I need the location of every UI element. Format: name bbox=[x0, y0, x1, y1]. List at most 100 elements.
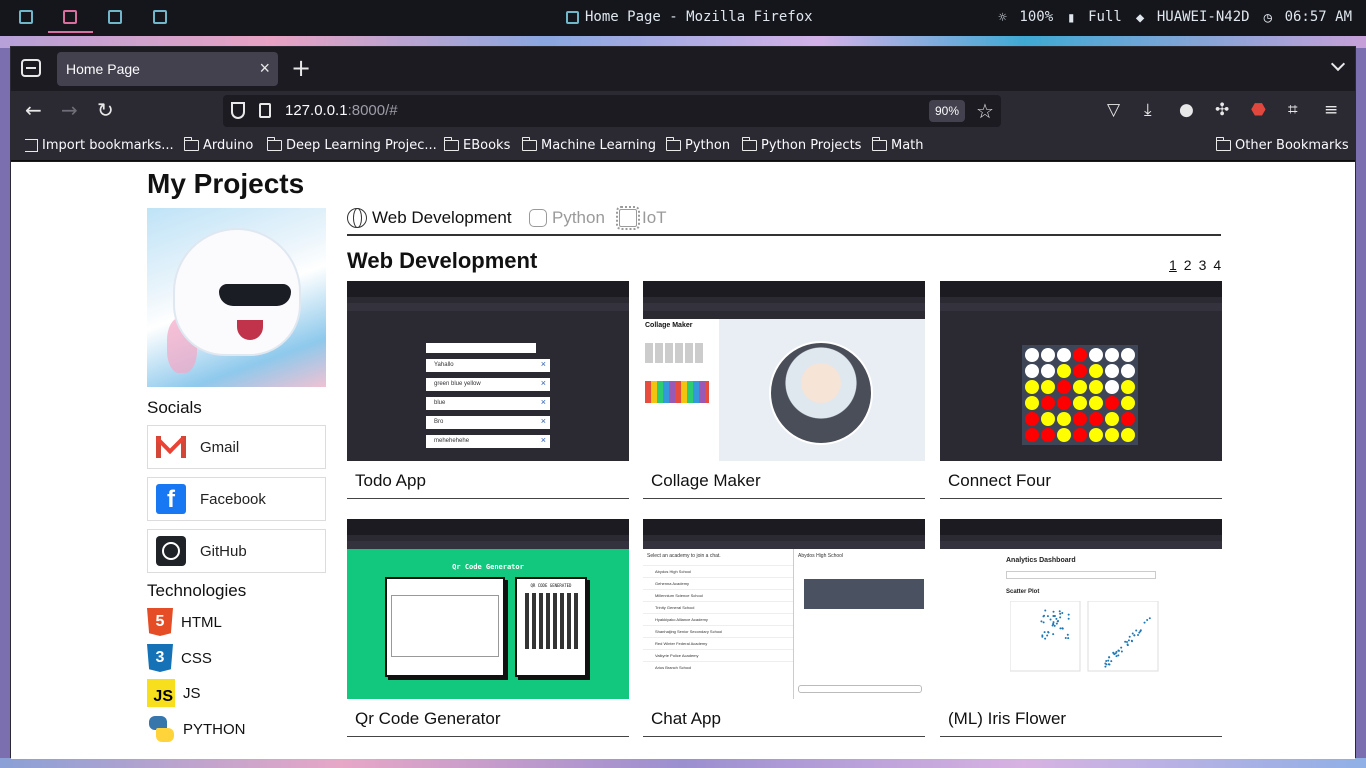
project-card-todo[interactable]: Yahallo green blue yellow blue Bro meheh… bbox=[347, 281, 629, 499]
bookmark-folder-ebooks[interactable]: EBooks bbox=[443, 137, 510, 153]
workspace-1-icon[interactable] bbox=[19, 10, 33, 24]
scatter-point bbox=[1117, 654, 1120, 657]
firefox-view-icon[interactable] bbox=[21, 59, 41, 77]
chat-input-preview bbox=[798, 685, 922, 693]
chevron-down-icon[interactable] bbox=[1330, 56, 1346, 72]
tracking-protection-shield-icon[interactable] bbox=[231, 102, 245, 119]
board-cell bbox=[1025, 348, 1039, 362]
new-tab-icon[interactable]: + bbox=[291, 55, 311, 81]
reload-icon[interactable]: ↻ bbox=[97, 99, 114, 121]
list-item: Trinity General School bbox=[643, 601, 793, 613]
bookmark-folder-python-projects[interactable]: Python Projects bbox=[741, 137, 861, 153]
board-cell bbox=[1121, 428, 1135, 442]
bookmark-folder-deep-learning[interactable]: Deep Learning Projec... bbox=[266, 137, 437, 153]
crop-tool-icon[interactable]: ⌗ bbox=[1288, 99, 1298, 121]
todo-list-preview: Yahallo green blue yellow blue Bro meheh… bbox=[426, 343, 550, 448]
brightness-status[interactable]: ☼ 100% bbox=[998, 9, 1053, 26]
board-cell bbox=[1025, 428, 1039, 442]
scatter-point bbox=[1143, 621, 1146, 624]
social-github-link[interactable]: GitHub bbox=[147, 529, 326, 573]
socials-heading: Socials bbox=[147, 398, 202, 417]
bookmark-folder-machine-learning[interactable]: Machine Learning bbox=[521, 137, 656, 153]
python-icon bbox=[529, 209, 547, 227]
list-item: Abydos High School bbox=[643, 565, 793, 577]
board-cell bbox=[1121, 364, 1135, 378]
page-info-icon[interactable] bbox=[259, 103, 271, 118]
social-gmail-link[interactable]: Gmail bbox=[147, 425, 326, 469]
tab-python[interactable]: Python bbox=[529, 208, 605, 228]
pocket-icon[interactable]: ▽ bbox=[1107, 99, 1120, 121]
close-tab-icon[interactable]: × bbox=[259, 58, 270, 78]
downloads-icon[interactable]: ⤓ bbox=[1144, 99, 1152, 121]
bookmark-folder-math[interactable]: Math bbox=[871, 137, 924, 153]
globe-icon bbox=[347, 208, 367, 228]
project-thumbnail: Select an academy to join a chat. Abydos… bbox=[643, 519, 925, 699]
board-cell bbox=[1073, 348, 1087, 362]
social-facebook-link[interactable]: f Facebook bbox=[147, 477, 326, 521]
bookmark-star-icon[interactable]: ☆ bbox=[976, 99, 994, 124]
tab-iot[interactable]: IoT bbox=[616, 206, 667, 230]
scatter-point bbox=[1055, 622, 1058, 625]
wifi-status[interactable]: ◆ HUAWEI-N42D bbox=[1136, 9, 1250, 26]
scatter-point bbox=[1053, 624, 1056, 627]
scatter-point bbox=[1067, 617, 1070, 620]
folder-icon bbox=[1215, 137, 1231, 151]
chip-icon bbox=[616, 206, 640, 230]
board-cell bbox=[1073, 364, 1087, 378]
project-card-collage[interactable]: Collage Maker Collage Maker bbox=[643, 281, 925, 499]
page-link-2[interactable]: 2 bbox=[1184, 257, 1192, 273]
scatter-point bbox=[1044, 637, 1047, 640]
battery-status[interactable]: ▮ Full bbox=[1067, 9, 1122, 26]
other-bookmarks[interactable]: Other Bookmarks bbox=[1215, 137, 1349, 153]
account-avatar-icon[interactable]: ● bbox=[1179, 99, 1194, 121]
page-link-4[interactable]: 4 bbox=[1213, 257, 1221, 273]
list-item: Valkyrie Police Academy bbox=[643, 649, 793, 661]
tab-web-development[interactable]: Web Development bbox=[347, 208, 512, 228]
board-cell bbox=[1041, 348, 1055, 362]
workspace-2-icon[interactable] bbox=[63, 10, 77, 24]
scatter-point bbox=[1110, 660, 1113, 663]
forward-arrow-icon[interactable]: → bbox=[61, 99, 78, 121]
bookmark-folder-arduino[interactable]: Arduino bbox=[183, 137, 253, 153]
thumbnail-browser-bar bbox=[940, 519, 1222, 541]
bookmark-folder-python[interactable]: Python bbox=[665, 137, 730, 153]
project-title: Collage Maker bbox=[643, 461, 925, 499]
window-icon bbox=[566, 10, 579, 24]
scatter-point bbox=[1127, 639, 1130, 642]
scatter-point bbox=[1131, 632, 1134, 635]
chat-message-preview bbox=[804, 579, 924, 609]
url-bar[interactable]: 127.0.0.1:8000/# 90% ☆ bbox=[223, 95, 1001, 127]
project-thumbnail: Yahallo green blue yellow blue Bro meheh… bbox=[347, 281, 629, 461]
scatter-point bbox=[1057, 620, 1060, 623]
scatter-point bbox=[1043, 631, 1046, 634]
clock[interactable]: ◷ 06:57 AM bbox=[1264, 9, 1352, 26]
scatter-point bbox=[1066, 633, 1069, 636]
project-card-chat-app[interactable]: Select an academy to join a chat. Abydos… bbox=[643, 519, 925, 737]
project-title: (ML) Iris Flower bbox=[940, 699, 1222, 737]
scatter-point bbox=[1058, 610, 1061, 613]
workspace-3-icon[interactable] bbox=[108, 10, 122, 24]
scatter-point bbox=[1043, 614, 1046, 617]
ublock-origin-icon[interactable]: ⬣ bbox=[1251, 99, 1266, 121]
board-cell bbox=[1073, 412, 1087, 426]
menu-hamburger-icon[interactable]: ≡ bbox=[1324, 99, 1338, 121]
scatter-point bbox=[1105, 663, 1108, 666]
color-swatches-preview bbox=[645, 381, 709, 403]
scatter-point bbox=[1052, 610, 1055, 613]
extensions-icon[interactable]: ✣ bbox=[1215, 99, 1229, 121]
tab-home-page[interactable]: Home Page × bbox=[57, 52, 278, 86]
page-link-3[interactable]: 3 bbox=[1199, 257, 1207, 273]
chat-academy-list-preview: Select an academy to join a chat. Abydos… bbox=[643, 549, 793, 699]
list-item: Arius Branch School bbox=[643, 661, 793, 673]
project-card-connect-four[interactable]: Connect Four bbox=[940, 281, 1222, 499]
board-cell bbox=[1121, 348, 1135, 362]
bookmark-import[interactable]: Import bookmarks... bbox=[25, 138, 174, 153]
project-card-iris-flower[interactable]: Analytics Dashboard Scatter Plot (ML) Ir… bbox=[940, 519, 1222, 737]
back-arrow-icon[interactable]: ← bbox=[25, 99, 42, 121]
project-card-qr-generator[interactable]: Qr Code Generator QR CODE GENERATED Qr C… bbox=[347, 519, 629, 737]
url-text[interactable]: 127.0.0.1:8000/# bbox=[285, 102, 398, 119]
workspace-4-icon[interactable] bbox=[153, 10, 167, 24]
technologies-heading: Technologies bbox=[147, 581, 247, 600]
zoom-level-button[interactable]: 90% bbox=[929, 100, 965, 122]
page-link-1[interactable]: 1 bbox=[1169, 257, 1177, 273]
